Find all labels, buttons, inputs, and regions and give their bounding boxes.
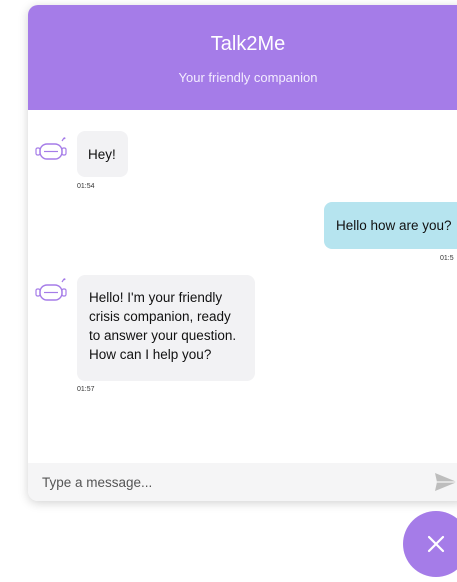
message-timestamp: 01:54	[77, 183, 95, 190]
message-timestamp: 01:57	[77, 386, 95, 393]
message-text-line: to answer your question.	[89, 328, 237, 343]
close-icon	[427, 535, 445, 553]
chat-window: Talk2Me Your friendly companion Hey! 01:…	[28, 5, 457, 501]
message-list: Hey! 01:54 Hello how are you? 01:5 Hello…	[28, 110, 457, 463]
message-text-line: Hello! I'm your friendly	[89, 290, 223, 305]
chat-subtitle: Your friendly companion	[178, 70, 318, 85]
message-text-line: crisis companion, ready	[89, 309, 231, 324]
chat-title: Talk2Me	[210, 33, 286, 55]
close-chat-button[interactable]	[403, 511, 457, 577]
message-text: Hello how are you?	[336, 218, 452, 233]
message-bubble-bot: Hey!	[77, 131, 128, 177]
chat-header: Talk2Me Your friendly companion	[28, 5, 457, 110]
message-bubble-user: Hello how are you?	[324, 202, 457, 249]
message-input[interactable]	[42, 469, 422, 495]
message-timestamp: 01:5	[440, 255, 454, 262]
message-input-bar	[28, 463, 457, 501]
robot-icon	[35, 278, 67, 301]
send-icon[interactable]	[433, 471, 457, 493]
message-bubble-bot: Hello! I'm your friendly crisis companio…	[77, 275, 255, 381]
robot-icon	[35, 137, 67, 160]
message-text-line: How can I help you?	[89, 347, 212, 362]
message-text: Hey!	[88, 147, 116, 162]
